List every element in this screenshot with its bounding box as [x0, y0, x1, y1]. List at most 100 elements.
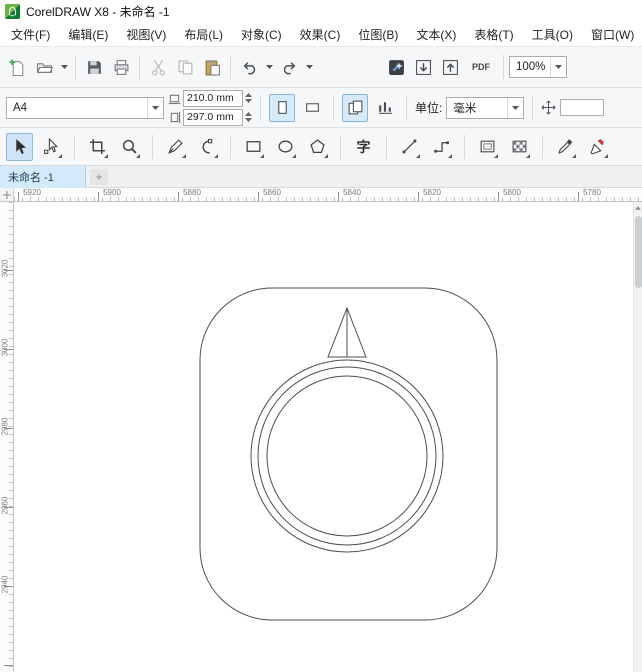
menu-effects[interactable]: 效果(C) — [291, 22, 350, 47]
open-dropdown[interactable] — [58, 53, 70, 81]
menu-bitmaps[interactable]: 位图(B) — [349, 22, 407, 47]
eyedropper-tool[interactable] — [552, 133, 579, 161]
ruler-origin-button[interactable] — [0, 188, 14, 202]
crop-tool[interactable] — [84, 133, 111, 161]
export-icon — [442, 59, 459, 76]
connector-tool[interactable] — [428, 133, 455, 161]
new-document-button[interactable] — [4, 53, 30, 81]
shape-tool[interactable] — [38, 133, 65, 161]
zoom-level-combobox[interactable]: 100% — [509, 56, 567, 78]
print-button[interactable] — [108, 53, 134, 81]
redo-button[interactable] — [276, 53, 302, 81]
current-page-button[interactable] — [372, 94, 398, 122]
document-tab-label: 未命名 -1 — [8, 169, 54, 185]
units-combobox[interactable]: 毫米 — [446, 97, 524, 119]
separator — [74, 135, 75, 159]
document-tab[interactable]: 未命名 -1 — [0, 166, 86, 188]
copy-button — [172, 53, 198, 81]
ruler-h-label: 5900 — [103, 188, 121, 197]
drawing-canvas[interactable]: 30203000298029602940 — [0, 202, 642, 672]
ellipse-tool[interactable] — [272, 133, 299, 161]
scroll-up-icon — [635, 206, 641, 210]
eyedropper-icon — [557, 138, 574, 155]
paste-icon — [204, 59, 221, 76]
page-width-stepper[interactable] — [245, 93, 252, 103]
horizontal-ruler[interactable]: 59205900588058605840582058005780 — [14, 188, 642, 202]
ellipse-tool-icon — [277, 138, 294, 155]
ruler-h-label: 5840 — [343, 188, 361, 197]
new-document-icon — [9, 59, 26, 76]
page-height-field[interactable]: 297.0 mm — [183, 109, 243, 126]
import-icon — [415, 59, 432, 76]
page-width-field[interactable]: 210.0 mm — [183, 90, 243, 107]
menu-tools[interactable]: 工具(O) — [523, 22, 582, 47]
ruler-h-label: 5860 — [263, 188, 281, 197]
redo-dropdown[interactable] — [303, 53, 315, 81]
publish-pdf-button[interactable]: PDF — [464, 53, 498, 81]
pages-icon — [347, 99, 364, 116]
menu-layout[interactable]: 布局(L) — [175, 22, 232, 47]
menu-object[interactable]: 对象(C) — [232, 22, 291, 47]
menu-view[interactable]: 视图(V) — [117, 22, 175, 47]
connector-tool-icon — [433, 138, 450, 155]
menu-edit[interactable]: 编辑(E) — [59, 22, 117, 47]
menu-table[interactable]: 表格(T) — [465, 22, 522, 47]
rectangle-tool[interactable] — [240, 133, 267, 161]
polygon-tool[interactable] — [304, 133, 331, 161]
page-size-preset-combobox[interactable]: A4 — [6, 97, 164, 119]
page-width-icon — [168, 92, 181, 105]
nudge-offset-field[interactable] — [560, 99, 604, 116]
outline-pen-icon — [589, 138, 606, 155]
ruler-origin-icon — [3, 191, 11, 199]
chevron-down-icon — [306, 65, 313, 69]
separator — [230, 135, 231, 159]
separator — [260, 96, 261, 120]
new-tab-button[interactable]: + — [90, 169, 108, 185]
vertical-ruler[interactable]: 30203000298029602940 — [0, 202, 14, 672]
scrollbar-thumb[interactable] — [635, 216, 642, 288]
rectangle-tool-icon — [245, 138, 262, 155]
page-height-stepper[interactable] — [245, 112, 252, 122]
page-size-preset-value: A4 — [7, 102, 147, 114]
separator — [464, 135, 465, 159]
open-button[interactable] — [31, 53, 57, 81]
paste-button[interactable] — [199, 53, 225, 81]
polygon-tool-icon — [309, 138, 326, 155]
export-button[interactable] — [437, 53, 463, 81]
save-button[interactable] — [81, 53, 107, 81]
landscape-orientation-button[interactable] — [299, 94, 325, 122]
interactive-fill-tool[interactable] — [474, 133, 501, 161]
separator — [230, 55, 231, 79]
import-button[interactable] — [410, 53, 436, 81]
units-label: 单位: — [415, 99, 442, 116]
spin-down-icon — [245, 99, 252, 103]
freehand-tool[interactable] — [162, 133, 189, 161]
zoom-tool[interactable] — [116, 133, 143, 161]
spin-up-icon — [245, 93, 252, 97]
dimension-line-tool[interactable] — [396, 133, 423, 161]
page-dimensions: 210.0 mm 297.0 mm — [168, 90, 252, 126]
ruler-h-label: 5920 — [23, 188, 41, 197]
page-drawing[interactable] — [0, 202, 642, 672]
app-launcher-button[interactable] — [383, 53, 409, 81]
text-tool[interactable]: 字 — [350, 133, 377, 161]
pick-tool[interactable] — [6, 133, 33, 161]
menu-file[interactable]: 文件(F) — [2, 22, 59, 47]
coreldraw-logo-icon — [5, 4, 20, 19]
scroll-up-button[interactable] — [634, 202, 642, 214]
copy-icon — [177, 59, 194, 76]
menu-window[interactable]: 窗口(W) — [582, 22, 642, 47]
all-pages-button[interactable] — [342, 94, 368, 122]
undo-dropdown[interactable] — [263, 53, 275, 81]
bezier-tool[interactable] — [194, 133, 221, 161]
undo-button[interactable] — [236, 53, 262, 81]
spin-up-icon — [245, 112, 252, 116]
transparency-tool[interactable] — [506, 133, 533, 161]
menu-text[interactable]: 文本(X) — [407, 22, 465, 47]
vertical-scrollbar[interactable] — [633, 202, 642, 672]
portrait-orientation-button[interactable] — [269, 94, 295, 122]
zoom-tool-icon — [121, 138, 138, 155]
line-tool-icon — [401, 138, 418, 155]
outline-pen-tool[interactable] — [584, 133, 611, 161]
nudge-offset-icon — [541, 100, 556, 115]
